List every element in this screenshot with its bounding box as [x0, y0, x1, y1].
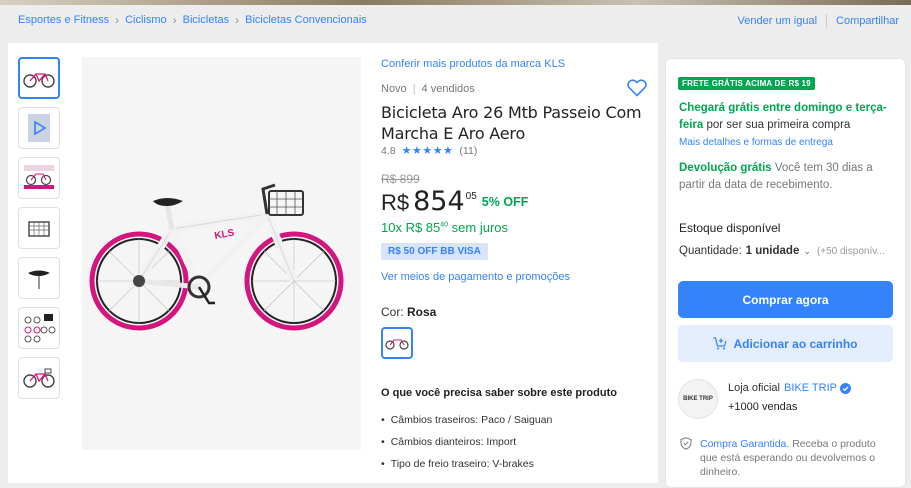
breadcrumb-item[interactable]: Ciclismo — [125, 14, 167, 26]
thumbnail-saddle[interactable] — [18, 257, 60, 299]
breadcrumb-item[interactable]: Bicicletas Convencionais — [245, 14, 367, 26]
shield-check-icon — [680, 437, 692, 450]
thumbnail-bike-variants[interactable] — [18, 307, 60, 349]
chevron-right-icon: › — [115, 13, 120, 27]
thumbnail-bike-pink[interactable] — [18, 157, 60, 199]
seller-name: Loja oficial BIKE TRIP — [728, 382, 851, 394]
chevron-right-icon: › — [172, 13, 177, 27]
quantity-value: 1 unidade — [745, 245, 800, 257]
return-info: Devolução grátis Você tem 30 dias a part… — [679, 162, 873, 191]
feature-item: Câmbios traseiros: Paco / Saiguan — [381, 414, 553, 426]
available-count: (+50 disponív... — [816, 245, 885, 257]
sold-count: 4 vendidos — [421, 83, 475, 95]
thumbnail-video[interactable] — [18, 107, 60, 149]
feature-item: Câmbios dianteiros: Import — [381, 436, 516, 448]
verified-icon — [839, 382, 851, 394]
price: R$ 854 05 5% OFF — [381, 186, 528, 217]
price-cents: 05 — [465, 191, 477, 202]
shipping-info: Chegará grátis entre domingo e terça-fei… — [679, 102, 887, 131]
color-swatch-rosa[interactable] — [381, 327, 413, 359]
installments: 10x R$ 8540 sem juros — [381, 220, 508, 235]
color-value: Rosa — [407, 305, 437, 319]
quantity-selector[interactable]: Quantidade: 1 unidade ⌄ (+50 disponív... — [679, 245, 894, 257]
svg-text:KLS: KLS — [213, 227, 235, 241]
divider — [826, 14, 828, 28]
add-to-cart-button[interactable]: Adicionar ao carrinho — [678, 325, 893, 362]
condition-sold: Novo | 4 vendidos — [381, 83, 475, 95]
price-amount: 854 — [413, 186, 465, 217]
features-title: O que você precisa saber sobre este prod… — [381, 387, 617, 399]
shipping-details-link[interactable]: Mais detalhes e formas de entrega — [679, 137, 833, 148]
installments-cents: 40 — [440, 221, 449, 229]
favorite-heart-icon[interactable] — [627, 79, 647, 102]
chevron-right-icon: › — [235, 13, 240, 27]
breadcrumb-item[interactable]: Esportes e Fitness — [18, 14, 109, 26]
feature-item: Tipo de freio traseiro: V-brakes — [381, 458, 534, 470]
breadcrumb: Esportes e Fitness › Ciclismo › Biciclet… — [18, 13, 367, 27]
sell-similar-link[interactable]: Vender um igual — [738, 15, 818, 27]
chevron-down-icon: ⌄ — [803, 245, 811, 256]
share-link[interactable]: Compartilhar — [836, 15, 899, 27]
condition-label: Novo — [381, 83, 407, 95]
guarantee-link[interactable]: Compra Garantida. — [700, 438, 789, 450]
free-shipping-badge: FRETE GRÁTIS ACIMA DE R$ 19 — [678, 77, 815, 90]
seller-sales: +1000 vendas — [728, 401, 798, 413]
cart-plus-icon — [713, 337, 728, 350]
product-title: Bicicleta Aro 26 Mtb Passeio Com Marcha … — [381, 103, 642, 143]
promo-badge: R$ 50 OFF BB VISA — [381, 243, 488, 260]
breadcrumb-item[interactable]: Bicicletas — [183, 14, 229, 26]
review-count: (11) — [459, 144, 478, 157]
rating[interactable]: 4.8 ★★★★★ (11) — [381, 144, 478, 158]
seller-link[interactable]: BIKE TRIP — [784, 382, 837, 394]
purchase-guarantee: Compra Garantida. Receba o produto que e… — [680, 437, 890, 479]
payment-methods-link[interactable]: Ver meios de pagamento e promoções — [381, 271, 570, 283]
discount-badge: 5% OFF — [481, 195, 529, 209]
installments-suffix: sem juros — [448, 220, 509, 235]
installments-amount: 10x R$ 85 — [381, 220, 441, 235]
seller-logo[interactable]: BIKE TRIP — [678, 379, 718, 419]
thumbnail-bike-1[interactable] — [18, 57, 60, 99]
stock-status: Estoque disponível — [679, 221, 781, 235]
rating-value: 4.8 — [381, 144, 396, 157]
add-to-cart-label: Adicionar ao carrinho — [733, 336, 858, 351]
old-price: R$ 899 — [381, 172, 420, 186]
buy-now-button[interactable]: Comprar agora — [678, 281, 893, 318]
purchase-sidebar: FRETE GRÁTIS ACIMA DE R$ 19 Chegará grát… — [665, 58, 906, 488]
breadcrumb-bar: Esportes e Fitness › Ciclismo › Biciclet… — [0, 5, 911, 37]
price-currency: R$ — [381, 190, 410, 215]
thumbnail-basket[interactable] — [18, 207, 60, 249]
star-rating-icon: ★★★★★ — [401, 145, 454, 157]
brand-link[interactable]: Conferir mais produtos da marca KLS — [381, 58, 565, 70]
color-label: Cor: Rosa — [381, 305, 437, 319]
product-main-panel: KLS Conferir mais produtos da marca KLS … — [8, 43, 658, 483]
product-image[interactable]: KLS — [82, 57, 361, 450]
thumbnail-list — [18, 57, 60, 407]
thumbnail-bike-2[interactable] — [18, 357, 60, 399]
